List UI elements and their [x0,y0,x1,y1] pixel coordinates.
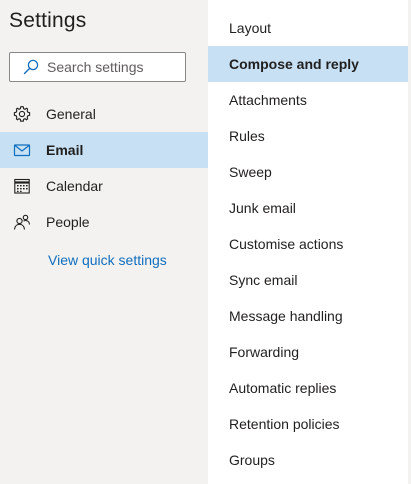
subnav-item-automatic-replies[interactable]: Automatic replies [208,370,408,406]
page-title: Settings [9,9,87,32]
nav-item-label: Calendar [46,178,103,194]
subnav-item-message-handling[interactable]: Message handling [208,298,408,334]
subnav-item-retention-policies[interactable]: Retention policies [208,406,408,442]
view-quick-settings-link[interactable]: View quick settings [48,252,167,268]
subnav-item-junk-email[interactable]: Junk email [208,190,408,226]
settings-nav: General Email Calendar People [0,96,208,240]
email-settings-list: Layout Compose and reply Attachments Rul… [208,10,408,478]
search-box[interactable] [9,52,186,82]
nav-item-label: People [46,214,90,230]
search-input[interactable] [47,59,177,75]
subnav-item-forwarding[interactable]: Forwarding [208,334,408,370]
subnav-item-compose-and-reply[interactable]: Compose and reply [208,46,408,82]
nav-item-email[interactable]: Email [0,132,208,168]
nav-item-general[interactable]: General [0,96,208,132]
people-icon [12,212,32,232]
calendar-icon [12,176,32,196]
gear-icon [12,104,32,124]
subnav-item-attachments[interactable]: Attachments [208,82,408,118]
nav-item-calendar[interactable]: Calendar [0,168,208,204]
nav-item-label: Email [46,142,84,158]
subnav-item-sync-email[interactable]: Sync email [208,262,408,298]
subnav-item-groups[interactable]: Groups [208,442,408,478]
nav-item-people[interactable]: People [0,204,208,240]
subnav-item-layout[interactable]: Layout [208,10,408,46]
nav-item-label: General [46,106,96,122]
settings-window: Settings Ge [0,0,411,484]
subnav-item-rules[interactable]: Rules [208,118,408,154]
search-icon [22,58,40,76]
settings-sidebar: Settings Ge [0,0,208,484]
subnav-item-customise-actions[interactable]: Customise actions [208,226,408,262]
subnav-item-sweep[interactable]: Sweep [208,154,408,190]
email-settings-panel: Layout Compose and reply Attachments Rul… [208,0,408,484]
mail-icon [12,140,32,160]
